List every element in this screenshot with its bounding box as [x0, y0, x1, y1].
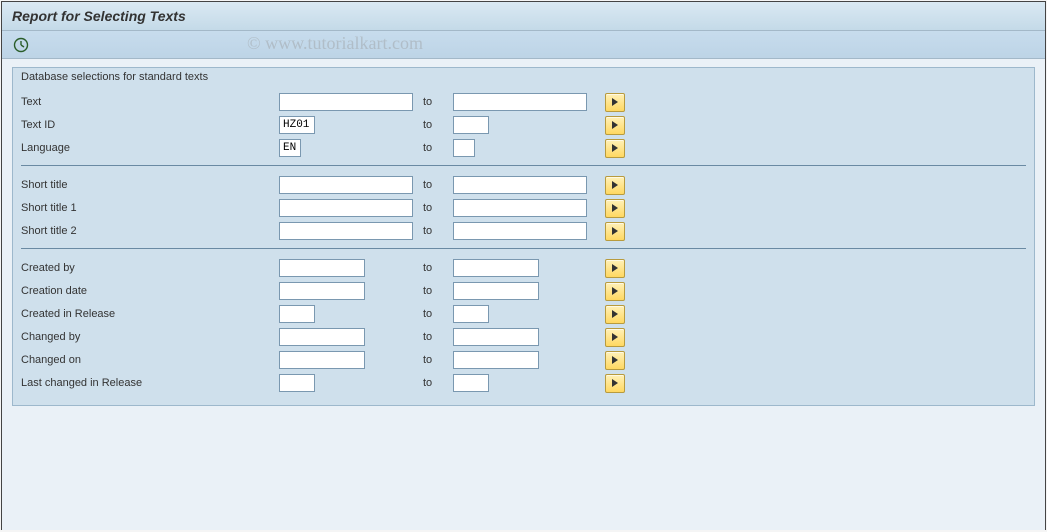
row-short-title: Short title to: [21, 174, 1026, 196]
changed-by-to-input[interactable]: [453, 328, 539, 346]
textid-from-input[interactable]: [279, 116, 315, 134]
label-short-title-1: Short title 1: [21, 202, 279, 214]
execute-button[interactable]: [12, 36, 30, 54]
to-label: to: [423, 179, 453, 191]
short-title-2-to-input[interactable]: [453, 222, 587, 240]
title-bar: Report for Selecting Texts: [2, 2, 1045, 31]
language-to-input[interactable]: [453, 139, 475, 157]
to-label: to: [423, 96, 453, 108]
label-created-by: Created by: [21, 262, 279, 274]
row-changed-release: Last changed in Release to: [21, 372, 1026, 394]
to-label: to: [423, 377, 453, 389]
changed-by-multi-button[interactable]: [605, 328, 625, 347]
page-title: Report for Selecting Texts: [12, 8, 186, 24]
to-label: to: [423, 142, 453, 154]
short-title-from-input[interactable]: [279, 176, 413, 194]
label-short-title: Short title: [21, 179, 279, 191]
arrow-right-icon: [612, 181, 618, 189]
label-text: Text: [21, 96, 279, 108]
watermark-text: © www.tutorialkart.com: [247, 33, 423, 54]
creation-date-to-input[interactable]: [453, 282, 539, 300]
creation-date-multi-button[interactable]: [605, 282, 625, 301]
created-by-multi-button[interactable]: [605, 259, 625, 278]
arrow-right-icon: [612, 287, 618, 295]
label-changed-on: Changed on: [21, 354, 279, 366]
row-created-by: Created by to: [21, 257, 1026, 279]
text-from-input[interactable]: [279, 93, 413, 111]
short-title-to-input[interactable]: [453, 176, 587, 194]
row-textid: Text ID to: [21, 114, 1026, 136]
to-label: to: [423, 202, 453, 214]
label-short-title-2: Short title 2: [21, 225, 279, 237]
label-created-release: Created in Release: [21, 308, 279, 320]
changed-by-from-input[interactable]: [279, 328, 365, 346]
created-release-multi-button[interactable]: [605, 305, 625, 324]
selection-group: Database selections for standard texts T…: [12, 67, 1035, 406]
short-title-1-multi-button[interactable]: [605, 199, 625, 218]
created-by-to-input[interactable]: [453, 259, 539, 277]
changed-on-to-input[interactable]: [453, 351, 539, 369]
changed-release-from-input[interactable]: [279, 374, 315, 392]
created-release-to-input[interactable]: [453, 305, 489, 323]
label-textid: Text ID: [21, 119, 279, 131]
row-created-release: Created in Release to: [21, 303, 1026, 325]
to-label: to: [423, 331, 453, 343]
label-language: Language: [21, 142, 279, 154]
to-label: to: [423, 308, 453, 320]
changed-on-multi-button[interactable]: [605, 351, 625, 370]
divider: [21, 165, 1026, 166]
to-label: to: [423, 225, 453, 237]
to-label: to: [423, 262, 453, 274]
to-label: to: [423, 285, 453, 297]
arrow-right-icon: [612, 310, 618, 318]
group-title: Database selections for standard texts: [13, 68, 1034, 86]
textid-to-input[interactable]: [453, 116, 489, 134]
created-by-from-input[interactable]: [279, 259, 365, 277]
changed-release-multi-button[interactable]: [605, 374, 625, 393]
to-label: to: [423, 119, 453, 131]
label-changed-by: Changed by: [21, 331, 279, 343]
short-title-2-from-input[interactable]: [279, 222, 413, 240]
row-text: Text to: [21, 91, 1026, 113]
text-multi-button[interactable]: [605, 93, 625, 112]
changed-on-from-input[interactable]: [279, 351, 365, 369]
arrow-right-icon: [612, 121, 618, 129]
language-multi-button[interactable]: [605, 139, 625, 158]
short-title-2-multi-button[interactable]: [605, 222, 625, 241]
execute-icon: [13, 37, 29, 53]
creation-date-from-input[interactable]: [279, 282, 365, 300]
arrow-right-icon: [612, 333, 618, 341]
arrow-right-icon: [612, 356, 618, 364]
arrow-right-icon: [612, 227, 618, 235]
row-changed-by: Changed by to: [21, 326, 1026, 348]
language-from-input[interactable]: [279, 139, 301, 157]
toolbar: © www.tutorialkart.com: [2, 31, 1045, 59]
row-language: Language to: [21, 137, 1026, 159]
short-title-multi-button[interactable]: [605, 176, 625, 195]
arrow-right-icon: [612, 379, 618, 387]
label-creation-date: Creation date: [21, 285, 279, 297]
textid-multi-button[interactable]: [605, 116, 625, 135]
to-label: to: [423, 354, 453, 366]
arrow-right-icon: [612, 98, 618, 106]
text-to-input[interactable]: [453, 93, 587, 111]
row-creation-date: Creation date to: [21, 280, 1026, 302]
short-title-1-to-input[interactable]: [453, 199, 587, 217]
divider: [21, 248, 1026, 249]
arrow-right-icon: [612, 264, 618, 272]
content-area: Database selections for standard texts T…: [2, 59, 1045, 530]
label-changed-release: Last changed in Release: [21, 377, 279, 389]
row-short-title-1: Short title 1 to: [21, 197, 1026, 219]
row-changed-on: Changed on to: [21, 349, 1026, 371]
arrow-right-icon: [612, 204, 618, 212]
changed-release-to-input[interactable]: [453, 374, 489, 392]
row-short-title-2: Short title 2 to: [21, 220, 1026, 242]
arrow-right-icon: [612, 144, 618, 152]
created-release-from-input[interactable]: [279, 305, 315, 323]
short-title-1-from-input[interactable]: [279, 199, 413, 217]
